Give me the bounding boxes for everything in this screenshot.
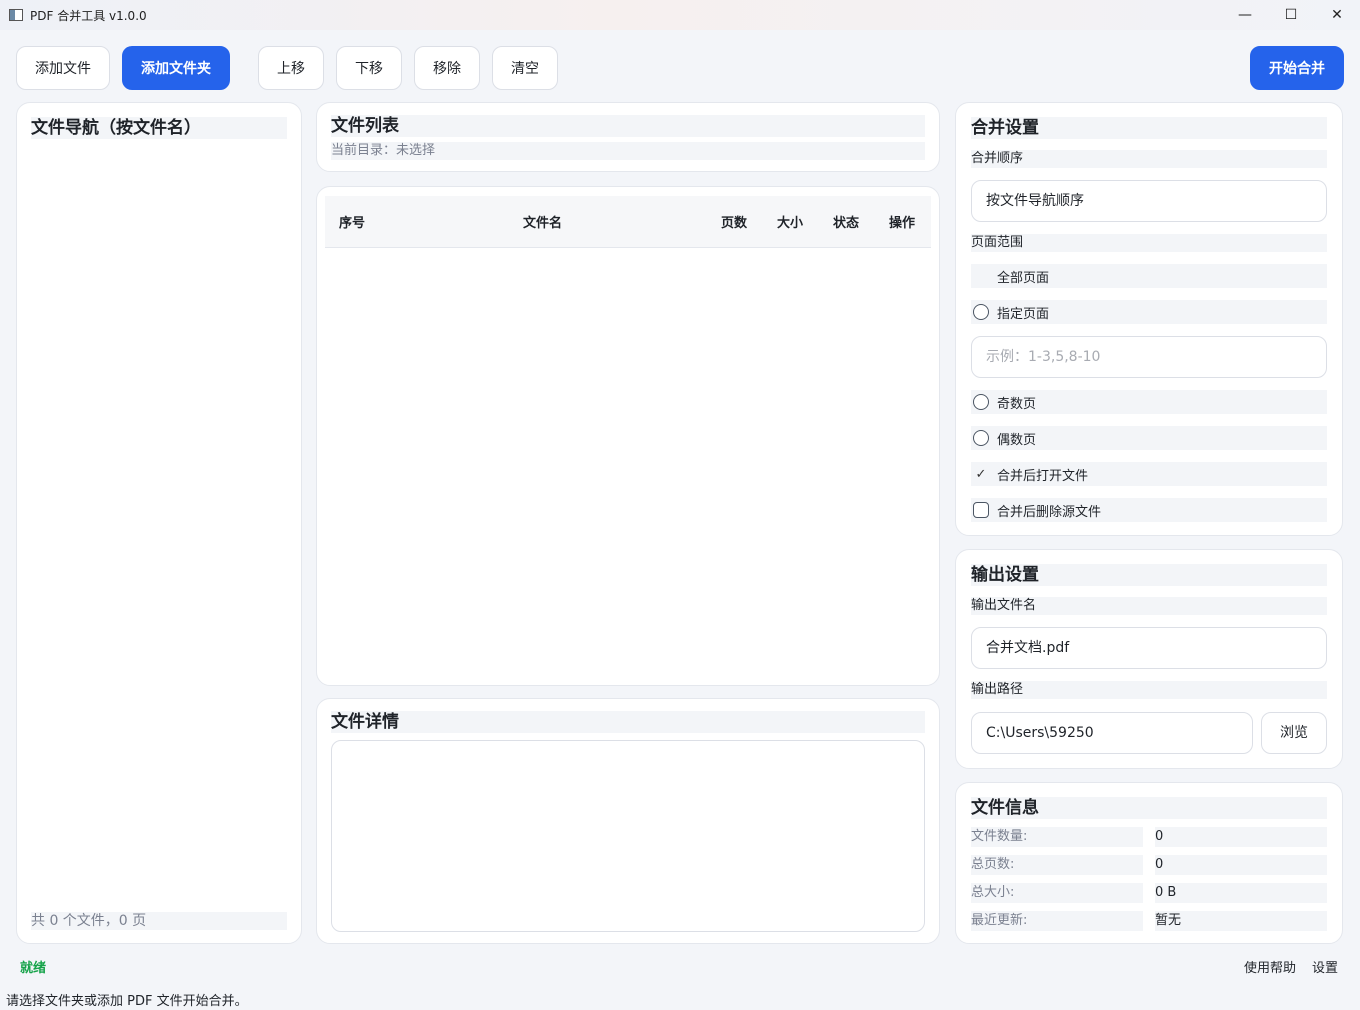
clear-button[interactable]: 清空 <box>492 46 558 90</box>
window-title: PDF 合并工具 v1.0.0 <box>30 8 147 23</box>
total-size-label: 总大小: <box>971 883 1143 903</box>
maximize-button[interactable]: ☐ <box>1268 0 1314 30</box>
delete-after-merge-checkbox[interactable] <box>973 502 989 518</box>
add-file-button[interactable]: 添加文件 <box>16 46 110 90</box>
add-folder-button[interactable]: 添加文件夹 <box>122 46 230 90</box>
range-odd-option[interactable]: 奇数页 <box>971 390 1327 414</box>
status-message: 请选择文件夹或添加 PDF 文件开始合并。 <box>6 994 248 1009</box>
output-path-label: 输出路径 <box>971 681 1327 699</box>
last-updated-row: 最近更新: 暂无 <box>971 911 1327 931</box>
total-pages-label: 总页数: <box>971 855 1143 875</box>
column-actions[interactable]: 操作 <box>889 212 915 231</box>
status-state: 就绪 <box>20 961 47 976</box>
move-up-button[interactable]: 上移 <box>258 46 324 90</box>
range-odd-label: 奇数页 <box>997 396 1037 412</box>
range-all-option[interactable]: 全部页面 <box>971 264 1327 288</box>
merge-order-label: 合并顺序 <box>971 150 1327 168</box>
column-filename[interactable]: 文件名 <box>523 212 562 231</box>
current-directory-label: 当前目录：未选择 <box>331 142 925 160</box>
settings-link[interactable]: 设置 <box>1312 957 1338 976</box>
minimize-button[interactable]: — <box>1222 0 1268 30</box>
range-specific-label: 指定页面 <box>997 306 1050 322</box>
total-size-value: 0 B <box>1155 883 1327 903</box>
range-even-radio[interactable] <box>973 430 989 446</box>
range-all-label: 全部页面 <box>997 270 1050 286</box>
total-size-row: 总大小: 0 B <box>971 883 1327 903</box>
page-range-input[interactable]: 示例：1-3,5,8-10 <box>971 336 1327 378</box>
delete-after-merge-option[interactable]: 合并后删除源文件 <box>971 498 1327 522</box>
open-after-merge-label: 合并后打开文件 <box>997 468 1089 484</box>
open-after-merge-option[interactable]: ✓ 合并后打开文件 <box>971 462 1327 486</box>
range-even-label: 偶数页 <box>997 432 1037 448</box>
close-button[interactable]: ✕ <box>1314 0 1360 30</box>
file-table-body[interactable] <box>325 249 931 677</box>
browse-button[interactable]: 浏览 <box>1261 712 1327 754</box>
checkmark-icon[interactable]: ✓ <box>973 467 989 482</box>
move-down-button[interactable]: 下移 <box>336 46 402 90</box>
title-bar: PDF 合并工具 v1.0.0 — ☐ ✕ <box>0 0 1360 30</box>
column-pages[interactable]: 页数 <box>721 212 747 231</box>
file-count-label: 文件数量: <box>971 827 1143 847</box>
range-odd-radio[interactable] <box>973 394 989 410</box>
range-specific-radio[interactable] <box>973 304 989 320</box>
file-details-title: 文件详情 <box>331 711 925 733</box>
output-path-input[interactable]: C:\Users\59250 <box>971 712 1253 754</box>
file-list-header-panel <box>316 102 940 172</box>
file-details-content[interactable] <box>331 740 925 932</box>
file-navigation-title: 文件导航（按文件名） <box>31 117 287 139</box>
last-updated-label: 最近更新: <box>971 911 1143 931</box>
total-pages-row: 总页数: 0 <box>971 855 1327 875</box>
column-index[interactable]: 序号 <box>339 212 365 231</box>
file-count-row: 文件数量: 0 <box>971 827 1327 847</box>
output-filename-input[interactable]: 合并文档.pdf <box>971 627 1327 669</box>
app-icon <box>9 9 23 21</box>
help-link[interactable]: 使用帮助 <box>1244 957 1296 976</box>
start-merge-button[interactable]: 开始合并 <box>1250 46 1344 90</box>
file-navigation-tree[interactable] <box>31 146 287 900</box>
file-list-title: 文件列表 <box>331 115 925 137</box>
file-info-title: 文件信息 <box>971 797 1327 819</box>
merge-order-select[interactable]: 按文件导航顺序 <box>971 180 1327 222</box>
total-pages-value: 0 <box>1155 855 1327 875</box>
range-specific-option[interactable]: 指定页面 <box>971 300 1327 324</box>
merge-settings-title: 合并设置 <box>971 117 1327 139</box>
page-range-label: 页面范围 <box>971 234 1327 252</box>
range-even-option[interactable]: 偶数页 <box>971 426 1327 450</box>
last-updated-value: 暂无 <box>1155 911 1327 931</box>
file-count-value: 0 <box>1155 827 1327 847</box>
column-status[interactable]: 状态 <box>833 212 859 231</box>
column-size[interactable]: 大小 <box>777 212 803 231</box>
remove-button[interactable]: 移除 <box>414 46 480 90</box>
file-navigation-summary: 共 0 个文件，0 页 <box>31 912 287 930</box>
delete-after-merge-label: 合并后删除源文件 <box>997 504 1102 520</box>
output-filename-label: 输出文件名 <box>971 597 1327 615</box>
output-settings-title: 输出设置 <box>971 564 1327 586</box>
